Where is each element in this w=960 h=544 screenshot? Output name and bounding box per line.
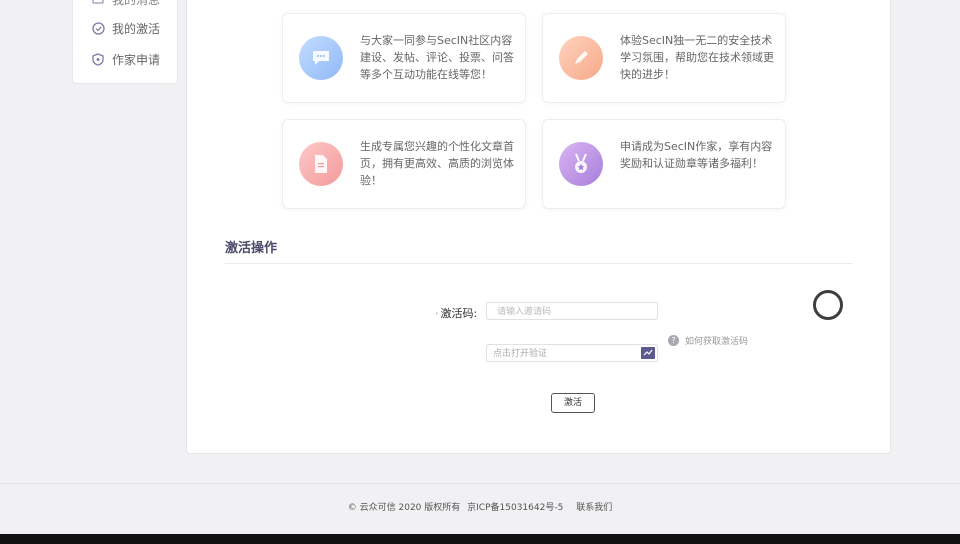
sidebar-item-messages[interactable]: 我的消息	[91, 0, 160, 8]
footer-copyright: © 云众可信 2020 版权所有	[347, 503, 461, 513]
benefit-text: 生成专属您兴趣的个性化文章首页，拥有更高效、高质的浏览体验！	[360, 140, 514, 187]
help-link[interactable]: ? 如何获取激活码	[668, 334, 748, 347]
benefit-card: 申请成为SecIN作家，享有内容奖励和认证勋章等诸多福利！	[542, 119, 786, 209]
benefit-text: 体验SecIN独一无二的安全技术学习氛围，帮助您在技术领域更快的进步！	[620, 34, 774, 81]
sidebar-item-label: 我的激活	[112, 22, 161, 36]
shield-icon	[91, 53, 105, 67]
benefit-text: 申请成为SecIN作家，享有内容奖励和认证勋章等诸多福利！	[620, 140, 773, 170]
verify-text: 点击打开验证	[493, 349, 548, 359]
required-marker: ·	[435, 307, 439, 320]
divider	[225, 263, 853, 264]
sidebar: 我的消息 我的激活 作家申请	[72, 0, 178, 84]
verify-icon[interactable]	[641, 347, 655, 359]
benefit-card: 体验SecIN独一无二的安全技术学习氛围，帮助您在技术领域更快的进步！	[542, 13, 786, 103]
sidebar-item-label: 我的消息	[112, 0, 161, 7]
footer-icp[interactable]: 京ICP备15031642号-5	[467, 503, 563, 513]
question-icon: ?	[668, 335, 679, 346]
activation-code-input[interactable]: 请输入邀请码	[486, 302, 658, 320]
footer: © 云众可信 2020 版权所有 京ICP备15031642号-5 联系我们	[0, 500, 960, 513]
main-panel: 与大家一同参与SecIN社区内容建设、发帖、评论、投票、问答等多个互动功能在线等…	[186, 0, 891, 454]
document-icon	[299, 142, 343, 186]
medal-icon	[559, 142, 603, 186]
footer-divider	[0, 483, 960, 484]
loading-spinner-icon	[813, 290, 843, 320]
benefit-card: 生成专属您兴趣的个性化文章首页，拥有更高效、高质的浏览体验！	[282, 119, 526, 209]
activate-button[interactable]: 激活	[551, 393, 595, 413]
check-circle-icon	[91, 22, 105, 36]
footer-contact-link[interactable]: 联系我们	[576, 503, 612, 513]
benefit-card: 与大家一同参与SecIN社区内容建设、发帖、评论、投票、问答等多个互动功能在线等…	[282, 13, 526, 103]
sidebar-item-label: 作家申请	[112, 53, 161, 67]
help-link-text: 如何获取激活码	[685, 337, 749, 347]
sidebar-item-author-application[interactable]: 作家申请	[91, 51, 160, 68]
benefit-text: 与大家一同参与SecIN社区内容建设、发帖、评论、投票、问答等多个互动功能在线等…	[360, 34, 514, 81]
activation-code-label: · 激活码:	[435, 307, 478, 320]
message-icon	[91, 0, 105, 7]
bottom-bar	[0, 534, 960, 544]
pencil-icon	[559, 36, 603, 80]
section-title: 激活操作	[225, 241, 278, 256]
sidebar-item-activation[interactable]: 我的激活	[91, 20, 160, 37]
captcha-verify-box[interactable]: 点击打开验证	[486, 344, 658, 362]
chat-bubble-icon	[299, 36, 343, 80]
